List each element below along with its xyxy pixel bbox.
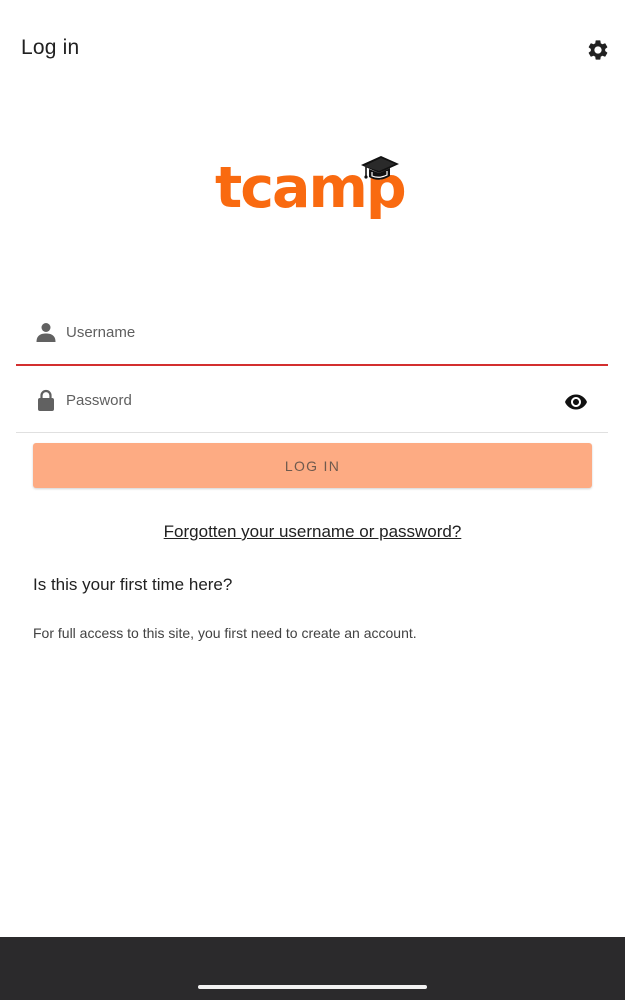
system-navigation-bar [0,937,625,1000]
show-password-button[interactable] [562,390,590,414]
home-indicator[interactable] [198,985,427,989]
page-title: Log in [21,36,80,59]
login-screen: Log in tcamp Username LOG IN Forgotten y… [0,0,625,1000]
login-button[interactable]: LOG IN [33,443,592,488]
settings-button[interactable] [584,36,612,64]
username-field [16,300,608,366]
password-field [16,368,608,433]
graduation-cap-icon [361,156,399,180]
user-icon [36,323,56,342]
app-header: Log in [0,0,625,100]
eye-icon [565,394,587,410]
signup-heading: Is this your first time here? [33,575,233,594]
gear-icon [588,40,608,60]
signup-description: For full access to this site, you first … [33,625,417,641]
site-logo: tcamp [212,150,417,230]
forgot-password-link[interactable]: Forgotten your username or password? [0,522,625,542]
password-input[interactable] [66,382,546,418]
lock-icon [38,389,54,411]
username-input[interactable] [66,314,546,350]
